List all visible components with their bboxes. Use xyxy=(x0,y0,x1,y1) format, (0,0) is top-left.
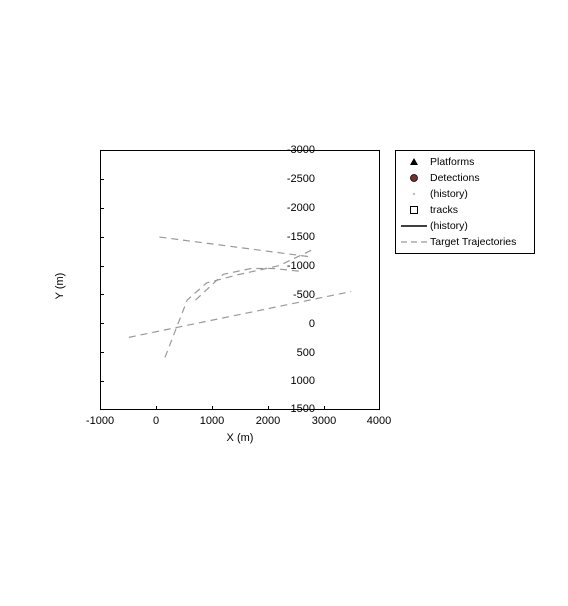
y-tick-label: -1000 xyxy=(265,260,315,272)
solid-line-icon xyxy=(400,219,428,233)
y-tick-label: -2000 xyxy=(265,202,315,214)
legend-item-history2: (history) xyxy=(400,218,530,234)
y-tick-label: 500 xyxy=(265,347,315,359)
legend-label: Detections xyxy=(430,172,480,184)
y-tick-label: -3000 xyxy=(265,144,315,156)
trajectories-svg xyxy=(101,151,379,409)
x-axis-label: X (m) xyxy=(100,432,380,444)
dot-icon xyxy=(400,187,428,201)
plot-area xyxy=(100,150,380,410)
y-axis-label: Y (m) xyxy=(54,256,66,316)
legend-label: Platforms xyxy=(430,156,474,168)
legend-item-platforms: Platforms xyxy=(400,154,530,170)
legend-label: (history) xyxy=(430,220,468,232)
x-tick-label: 1000 xyxy=(187,415,237,427)
dashed-line-icon xyxy=(400,235,428,249)
legend-item-tracks: tracks xyxy=(400,202,530,218)
triangle-icon xyxy=(400,155,428,169)
x-tick-label: -1000 xyxy=(75,415,125,427)
y-tick-label: 1000 xyxy=(265,375,315,387)
legend: Platforms Detections (history) tracks (h… xyxy=(395,150,535,254)
y-tick-label: -1500 xyxy=(265,231,315,243)
y-tick-label: -2500 xyxy=(265,173,315,185)
x-tick-label: 2000 xyxy=(243,415,293,427)
legend-item-target-trajectories: Target Trajectories xyxy=(400,234,530,250)
y-tick-label: -500 xyxy=(265,289,315,301)
x-tick-label: 0 xyxy=(131,415,181,427)
x-tick-label: 3000 xyxy=(299,415,349,427)
y-tick-label: 0 xyxy=(265,318,315,330)
y-tick-label: 1500 xyxy=(265,403,315,415)
circle-filled-icon xyxy=(400,171,428,185)
legend-item-history1: (history) xyxy=(400,186,530,202)
legend-item-detections: Detections xyxy=(400,170,530,186)
square-icon xyxy=(400,203,428,217)
legend-label: Target Trajectories xyxy=(430,236,516,248)
legend-label: (history) xyxy=(430,188,468,200)
x-tick-label: 4000 xyxy=(354,415,404,427)
legend-label: tracks xyxy=(430,204,458,216)
